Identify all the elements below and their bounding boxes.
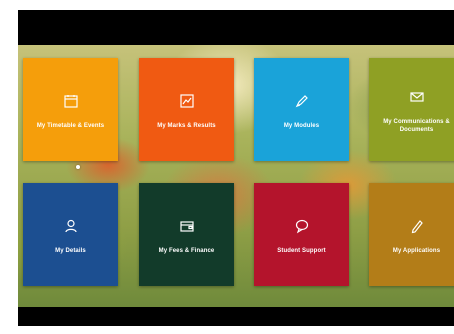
pen-icon — [291, 90, 313, 112]
tile-marks-results[interactable]: My Marks & Results — [139, 58, 234, 161]
tile-modules[interactable]: My Modules — [254, 58, 349, 161]
tile-details[interactable]: My Details — [23, 183, 118, 286]
tile-label: My Timetable & Events — [36, 122, 105, 129]
video-bottom-bar — [18, 307, 454, 326]
wallet-icon — [176, 215, 198, 237]
chart-icon — [176, 90, 198, 112]
tile-label: My Fees & Finance — [158, 247, 215, 254]
tile-fees-finance[interactable]: My Fees & Finance — [139, 183, 234, 286]
mouse-cursor — [76, 165, 80, 169]
tile-label: Student Support — [277, 247, 326, 254]
user-icon — [60, 215, 82, 237]
tile-label: My Modules — [283, 122, 320, 129]
tile-label: My Communications & Documents — [383, 118, 450, 133]
chat-icon — [291, 215, 313, 237]
tile-student-support[interactable]: Student Support — [254, 183, 349, 286]
tile-timetable-events[interactable]: My Timetable & Events — [23, 58, 118, 161]
mail-icon — [406, 86, 428, 108]
pencil-icon — [406, 215, 428, 237]
tile-label: My Details — [55, 247, 86, 254]
tile-applications[interactable]: My Applications — [369, 183, 454, 286]
calendar-icon — [60, 90, 82, 112]
dashboard-background: My Timetable & Events My Marks & Results… — [18, 45, 454, 307]
video-frame: My Timetable & Events My Marks & Results… — [18, 10, 454, 326]
tile-label: My Marks & Results — [157, 122, 216, 129]
tile-communications-documents[interactable]: My Communications & Documents — [369, 58, 454, 161]
tile-label: My Applications — [392, 247, 441, 254]
